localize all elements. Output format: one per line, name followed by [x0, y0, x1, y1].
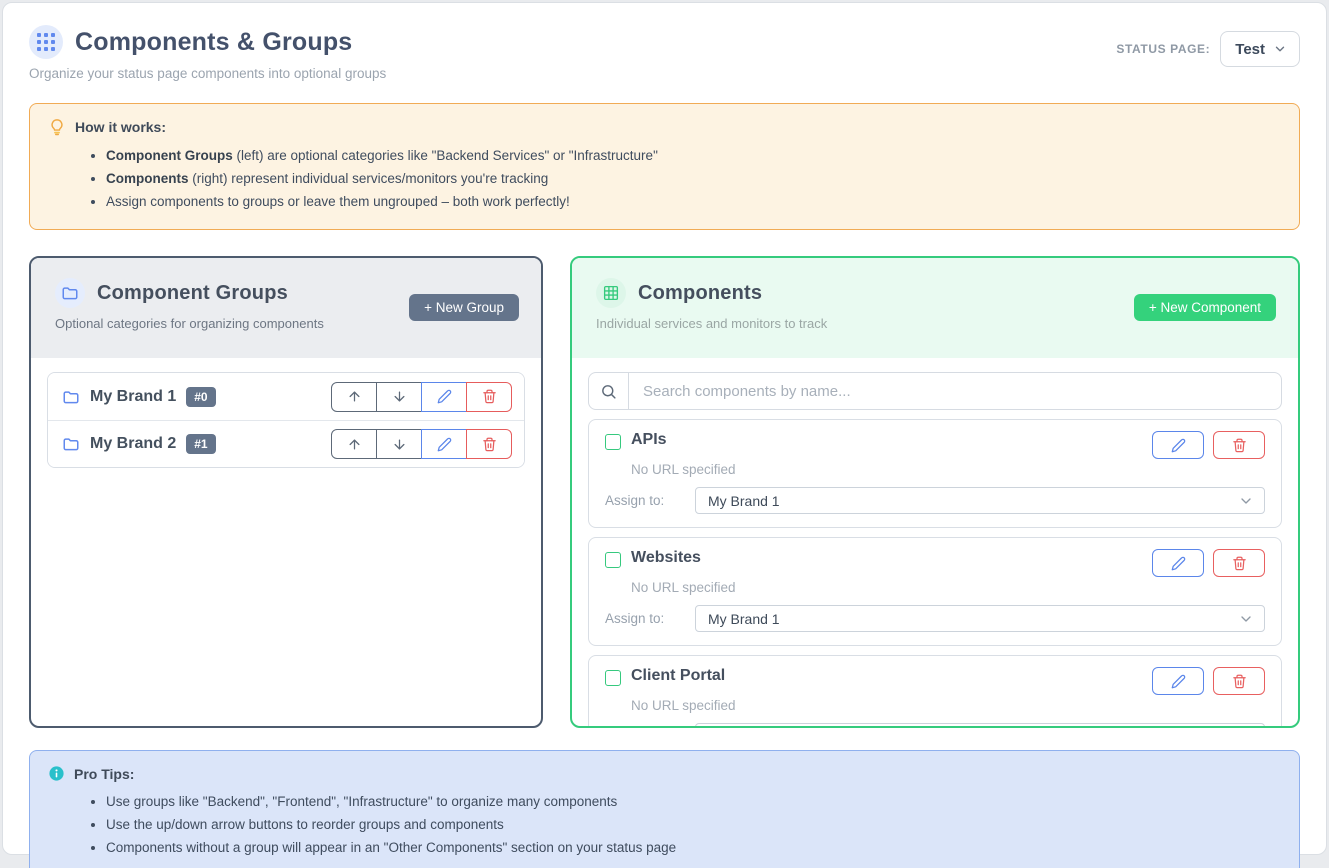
component-url-status: No URL specified — [631, 698, 1265, 713]
how-it-works-callout: How it works: Component Groups (left) ar… — [29, 103, 1300, 230]
component-search — [588, 372, 1282, 410]
status-page-select[interactable]: Test — [1220, 31, 1300, 67]
groups-panel-title: Component Groups — [97, 282, 288, 305]
delete-component-button[interactable] — [1213, 549, 1265, 577]
page-card: Components & Groups Organize your status… — [2, 2, 1327, 855]
status-page-value: Test — [1235, 41, 1265, 58]
status-page-label: STATUS PAGE: — [1116, 42, 1210, 56]
assign-to-label: Assign to: — [605, 493, 695, 508]
component-name: Client Portal — [631, 667, 725, 685]
component-url-status: No URL specified — [631, 580, 1265, 595]
component-checkbox[interactable] — [605, 434, 621, 450]
edit-group-button[interactable] — [421, 429, 467, 459]
page-title: Components & Groups — [75, 28, 352, 57]
edit-component-button[interactable] — [1152, 549, 1204, 577]
components-panel: Components Individual services and monit… — [570, 256, 1300, 728]
group-row: My Brand 2 #1 — [48, 420, 524, 467]
how-item: Component Groups (left) are optional cat… — [106, 144, 1281, 167]
component-checkbox[interactable] — [605, 670, 621, 686]
chevron-down-icon — [1273, 42, 1287, 56]
tip-item: Components without a group will appear i… — [106, 836, 1281, 859]
component-card: Client Portal No URL specified Assign to… — [588, 655, 1282, 728]
group-name: My Brand 1 — [90, 388, 176, 406]
delete-group-button[interactable] — [466, 429, 512, 459]
component-card: APIs No URL specified Assign to: My Bran… — [588, 419, 1282, 528]
group-order-badge: #0 — [186, 387, 215, 407]
folder-icon — [62, 388, 80, 406]
search-input[interactable] — [629, 373, 1281, 409]
folder-icon — [55, 278, 85, 308]
page-subtitle: Organize your status page components int… — [29, 66, 1300, 81]
folder-icon — [62, 435, 80, 453]
how-it-works-title: How it works: — [75, 119, 166, 135]
components-panel-header: Components Individual services and monit… — [572, 258, 1298, 358]
info-circle-icon — [48, 765, 65, 782]
edit-component-button[interactable] — [1152, 431, 1204, 459]
move-down-button[interactable] — [376, 429, 422, 459]
how-item: Components (right) represent individual … — [106, 167, 1281, 190]
move-down-button[interactable] — [376, 382, 422, 412]
delete-group-button[interactable] — [466, 382, 512, 412]
component-url-status: No URL specified — [631, 462, 1265, 477]
chevron-down-icon — [1238, 611, 1254, 627]
delete-component-button[interactable] — [1213, 431, 1265, 459]
delete-component-button[interactable] — [1213, 667, 1265, 695]
assign-to-label: Assign to: — [605, 611, 695, 626]
pro-tips-title: Pro Tips: — [74, 766, 134, 782]
new-group-button[interactable]: + New Group — [409, 294, 519, 321]
status-page-picker: STATUS PAGE: Test — [1116, 31, 1300, 67]
group-list: My Brand 1 #0 My Brand 2 — [47, 372, 525, 468]
assign-group-select[interactable]: My Brand 2 — [695, 723, 1265, 728]
tip-item: Use the up/down arrow buttons to reorder… — [106, 813, 1281, 836]
new-component-button[interactable]: + New Component — [1134, 294, 1276, 321]
grid-dots-icon — [29, 25, 63, 59]
component-groups-panel: Component Groups Optional categories for… — [29, 256, 543, 728]
component-checkbox[interactable] — [605, 552, 621, 568]
assign-group-select[interactable]: My Brand 1 — [695, 605, 1265, 632]
move-up-button[interactable] — [331, 429, 377, 459]
component-name: APIs — [631, 431, 667, 449]
search-icon — [589, 373, 629, 409]
pro-tips-callout: Pro Tips: Use groups like "Backend", "Fr… — [29, 750, 1300, 868]
edit-group-button[interactable] — [421, 382, 467, 412]
group-row: My Brand 1 #0 — [48, 373, 524, 420]
group-order-badge: #1 — [186, 434, 215, 454]
move-up-button[interactable] — [331, 382, 377, 412]
group-name: My Brand 2 — [90, 435, 176, 453]
page-header: Components & Groups Organize your status… — [29, 25, 1300, 81]
chevron-down-icon — [1238, 493, 1254, 509]
edit-component-button[interactable] — [1152, 667, 1204, 695]
how-it-works-list: Component Groups (left) are optional cat… — [106, 144, 1281, 213]
components-panel-title: Components — [638, 282, 762, 305]
component-name: Websites — [631, 549, 701, 567]
groups-panel-header: Component Groups Optional categories for… — [31, 258, 541, 358]
pro-tips-list: Use groups like "Backend", "Frontend", "… — [106, 790, 1281, 859]
table-grid-icon — [596, 278, 626, 308]
how-item: Assign components to groups or leave the… — [106, 190, 1281, 213]
component-card: Websites No URL specified Assign to: My … — [588, 537, 1282, 646]
assign-group-select[interactable]: My Brand 1 — [695, 487, 1265, 514]
tip-item: Use groups like "Backend", "Frontend", "… — [106, 790, 1281, 813]
lightbulb-icon — [48, 118, 66, 136]
